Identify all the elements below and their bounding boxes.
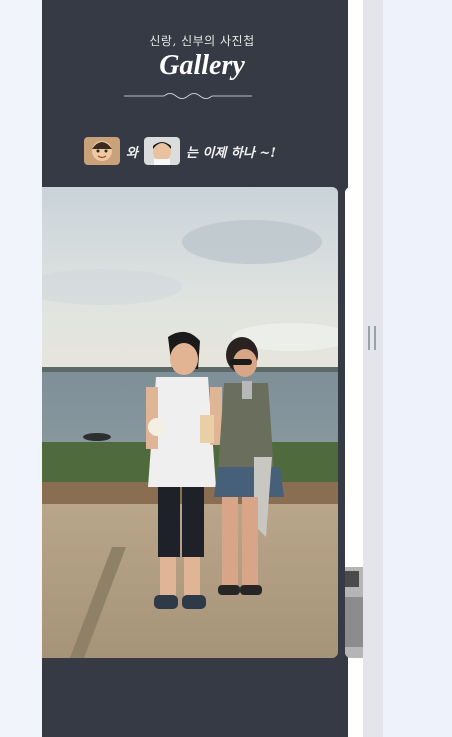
couple-photo-image [42, 187, 338, 658]
next-photo-preview[interactable] [345, 187, 363, 658]
caption-message: 는 이제 하나 ~! [185, 145, 276, 161]
gallery-photo[interactable] [42, 187, 338, 658]
section-subtitle: 신랑, 신부의 사진첩 [149, 34, 255, 48]
section-title: Gallery [159, 50, 245, 81]
bride-avatar [84, 137, 120, 165]
ornament-divider-icon [124, 93, 252, 99]
scroll-grip-icon[interactable] [368, 326, 376, 350]
groom-avatar [143, 137, 180, 165]
caption-connector: 와 [126, 145, 138, 161]
couple-caption: 와 는 이제 하나 ~! [84, 136, 276, 166]
right-background [383, 0, 452, 737]
gallery-page: 신랑, 신부의 사진첩 Gallery 와 는 이제 하나 ~! [0, 0, 452, 737]
next-photo-image [345, 187, 363, 658]
left-margin [0, 0, 42, 737]
vertical-scrollbar[interactable] [363, 0, 383, 737]
